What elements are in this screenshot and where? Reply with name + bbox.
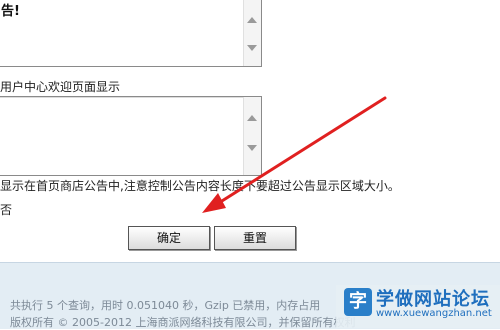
red-arrow-annotation <box>202 96 387 213</box>
arrow-head-icon <box>202 193 226 213</box>
arrow-shaft <box>212 96 387 208</box>
